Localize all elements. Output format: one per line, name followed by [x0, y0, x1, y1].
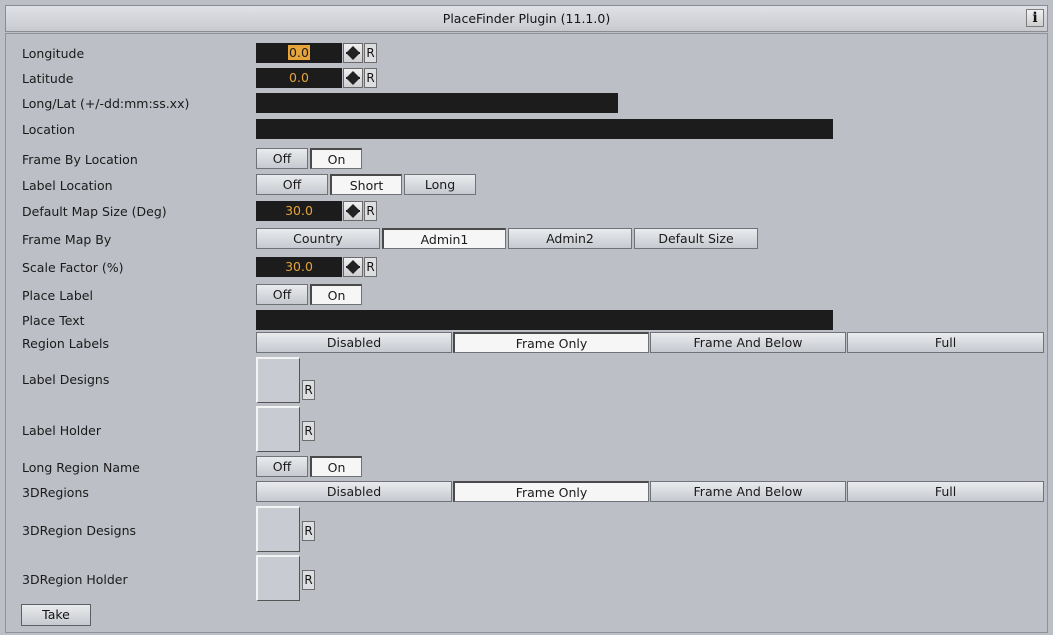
3d-regions-label: 3DRegions — [22, 485, 89, 500]
row-scale-factor: Scale Factor (%) 30.0 R — [6, 256, 1047, 280]
longlat-input[interactable] — [256, 93, 618, 113]
location-label: Location — [22, 122, 75, 137]
plugin-panel: Longitude 0.0 R Latitude 0.0 R Long/Lat … — [5, 33, 1048, 633]
label-location-toggle: Off Short Long — [256, 174, 478, 195]
frame-map-by-country-button[interactable]: Country — [256, 228, 380, 249]
scale-factor-input[interactable]: 30.0 — [256, 257, 342, 277]
3d-region-designs-drop-slot[interactable] — [256, 506, 300, 552]
place-label-on-button[interactable]: On — [310, 284, 362, 305]
long-region-name-off-button[interactable]: Off — [256, 456, 308, 477]
label-designs-reset-button[interactable]: R — [302, 380, 315, 400]
longitude-input[interactable]: 0.0 — [256, 43, 342, 63]
place-text-input[interactable] — [256, 310, 833, 330]
longlat-label: Long/Lat (+/-dd:mm:ss.xx) — [22, 96, 190, 111]
plugin-title-bar: PlaceFinder Plugin (11.1.0) i — [5, 5, 1048, 32]
label-location-short-button[interactable]: Short — [330, 174, 402, 195]
3d-region-holder-label: 3DRegion Holder — [22, 572, 128, 587]
3d-regions-disabled-button[interactable]: Disabled — [256, 481, 452, 502]
row-label-designs: Label Designs R — [6, 357, 1047, 405]
frame-map-by-label: Frame Map By — [22, 232, 112, 247]
3d-regions-toggle: Disabled Frame Only Frame And Below Full — [256, 481, 1045, 502]
row-label-location: Label Location Off Short Long — [6, 174, 1047, 196]
label-designs-drop-slot[interactable] — [256, 357, 300, 403]
location-input[interactable] — [256, 119, 833, 139]
label-location-off-button[interactable]: Off — [256, 174, 328, 195]
region-labels-frame-only-button[interactable]: Frame Only — [453, 332, 649, 353]
region-labels-toggle: Disabled Frame Only Frame And Below Full — [256, 332, 1045, 353]
take-button[interactable]: Take — [21, 604, 91, 626]
row-longlat: Long/Lat (+/-dd:mm:ss.xx) — [6, 92, 1047, 116]
label-designs-label: Label Designs — [22, 372, 110, 387]
3d-region-designs-label: 3DRegion Designs — [22, 523, 137, 538]
place-text-label: Place Text — [22, 313, 85, 328]
place-label-off-button[interactable]: Off — [256, 284, 308, 305]
longitude-value: 0.0 — [288, 45, 310, 60]
long-region-name-label: Long Region Name — [22, 460, 140, 475]
row-frame-by-location: Frame By Location Off On — [6, 148, 1047, 170]
frame-by-location-on-button[interactable]: On — [310, 148, 362, 169]
scale-factor-reset-button[interactable]: R — [364, 257, 377, 277]
row-frame-map-by: Frame Map By Country Admin1 Admin2 Defau… — [6, 228, 1047, 250]
frame-map-by-default-size-button[interactable]: Default Size — [634, 228, 758, 249]
3d-regions-full-button[interactable]: Full — [847, 481, 1044, 502]
region-labels-full-button[interactable]: Full — [847, 332, 1044, 353]
label-holder-drop-slot[interactable] — [256, 406, 300, 452]
longitude-reset-button[interactable]: R — [364, 43, 377, 63]
latitude-spinner[interactable] — [343, 68, 363, 88]
frame-map-by-admin2-button[interactable]: Admin2 — [508, 228, 632, 249]
frame-by-location-label: Frame By Location — [22, 152, 138, 167]
3d-regions-frame-only-button[interactable]: Frame Only — [453, 481, 649, 502]
longitude-label: Longitude — [22, 46, 85, 61]
longitude-spinner[interactable] — [343, 43, 363, 63]
latitude-input[interactable]: 0.0 — [256, 68, 342, 88]
row-latitude: Latitude 0.0 R — [6, 67, 1047, 91]
latitude-reset-button[interactable]: R — [364, 68, 377, 88]
3d-regions-frame-and-below-button[interactable]: Frame And Below — [650, 481, 846, 502]
3d-region-designs-reset-button[interactable]: R — [302, 521, 315, 541]
row-place-label: Place Label Off On — [6, 284, 1047, 306]
default-map-size-input[interactable]: 30.0 — [256, 201, 342, 221]
row-3d-region-designs: 3DRegion Designs R — [6, 506, 1047, 554]
label-location-label: Label Location — [22, 178, 113, 193]
row-place-text: Place Text — [6, 309, 1047, 333]
3d-region-holder-reset-button[interactable]: R — [302, 570, 315, 590]
plugin-title: PlaceFinder Plugin (11.1.0) — [442, 11, 611, 26]
row-longitude: Longitude 0.0 R — [6, 42, 1047, 66]
region-labels-disabled-button[interactable]: Disabled — [256, 332, 452, 353]
row-3d-region-holder: 3DRegion Holder R — [6, 555, 1047, 603]
scale-factor-label: Scale Factor (%) — [22, 260, 124, 275]
row-region-labels: Region Labels Disabled Frame Only Frame … — [6, 332, 1047, 354]
label-holder-reset-button[interactable]: R — [302, 421, 315, 441]
place-label-toggle: Off On — [256, 284, 364, 305]
row-label-holder: Label Holder R — [6, 406, 1047, 454]
frame-map-by-admin1-button[interactable]: Admin1 — [382, 228, 506, 249]
default-map-size-label: Default Map Size (Deg) — [22, 204, 167, 219]
3d-region-holder-drop-slot[interactable] — [256, 555, 300, 601]
latitude-value: 0.0 — [289, 70, 309, 85]
label-location-long-button[interactable]: Long — [404, 174, 476, 195]
latitude-label: Latitude — [22, 71, 74, 86]
row-default-map-size: Default Map Size (Deg) 30.0 R — [6, 200, 1047, 224]
frame-map-by-toggle: Country Admin1 Admin2 Default Size — [256, 228, 760, 249]
place-label-label: Place Label — [22, 288, 93, 303]
row-long-region-name: Long Region Name Off On — [6, 456, 1047, 478]
frame-by-location-toggle: Off On — [256, 148, 364, 169]
frame-by-location-off-button[interactable]: Off — [256, 148, 308, 169]
region-labels-label: Region Labels — [22, 336, 109, 351]
info-button[interactable]: i — [1026, 9, 1044, 27]
region-labels-frame-and-below-button[interactable]: Frame And Below — [650, 332, 846, 353]
long-region-name-on-button[interactable]: On — [310, 456, 362, 477]
default-map-size-reset-button[interactable]: R — [364, 201, 377, 221]
label-holder-label: Label Holder — [22, 423, 101, 438]
row-3d-regions: 3DRegions Disabled Frame Only Frame And … — [6, 481, 1047, 503]
default-map-size-spinner[interactable] — [343, 201, 363, 221]
long-region-name-toggle: Off On — [256, 456, 364, 477]
scale-factor-spinner[interactable] — [343, 257, 363, 277]
row-location: Location — [6, 118, 1047, 142]
